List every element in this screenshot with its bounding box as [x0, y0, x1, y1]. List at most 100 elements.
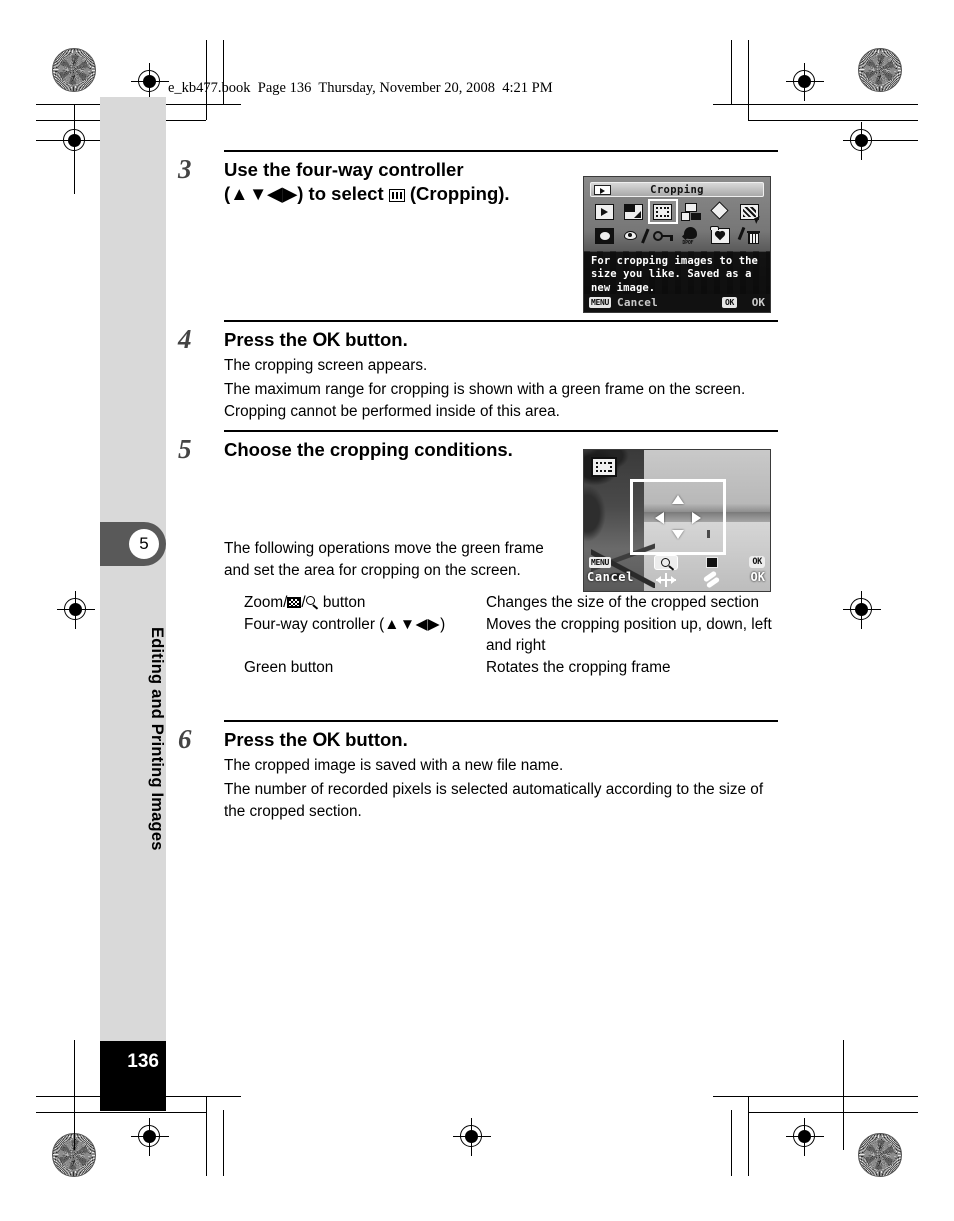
menu-item-resize[interactable] [620, 200, 648, 223]
ok-label: OK [751, 296, 765, 309]
crop-line [731, 1110, 732, 1176]
operation-row: Green button Rotates the cropping frame [244, 657, 778, 679]
menu-item-image-copy[interactable] [678, 200, 706, 223]
menu-bottom-bar: MENU Cancel OK OK [584, 294, 770, 312]
frame-composite-icon [595, 227, 615, 244]
menu-item-favorites[interactable] [706, 224, 734, 247]
menu-item-delete[interactable] [735, 224, 763, 247]
step-4-title-post: button. [345, 329, 408, 350]
cancel-label: Cancel [587, 570, 634, 584]
cropping-icon [591, 457, 617, 477]
operation-key: Green button [244, 659, 334, 676]
crop-line [713, 104, 918, 105]
crop-line [36, 1112, 206, 1113]
operation-value: Changes the size of the cropped section [486, 593, 759, 611]
menu-item-dpof[interactable]: DPOF [678, 224, 706, 247]
crop-line [848, 140, 918, 141]
crop-line [748, 40, 749, 120]
registration-target-right-middle [843, 591, 881, 629]
step-3-title-line3: (Cropping). [409, 183, 510, 205]
step-3-title-line2: ) to select [297, 183, 384, 205]
arrow-right-icon [692, 512, 701, 524]
step-number: 4 [178, 324, 192, 354]
arrow-up-icon [672, 495, 684, 504]
operation-key-pre: Four-way controller ( [244, 615, 385, 633]
image-copy-icon [680, 202, 702, 221]
step-4-paragraph-2: The maximum range for cropping is shown … [224, 380, 746, 420]
step-6: 6 Press the OK button. The cropped image… [178, 720, 778, 822]
four-way-arrows-icon [655, 495, 701, 539]
crop-line [206, 1096, 207, 1176]
menu-help-text: For cropping images to the size you like… [584, 252, 770, 294]
menu-item-slideshow[interactable] [591, 200, 619, 223]
camera-menu-screenshot: Cropping DPOF For cropping images to the… [583, 176, 771, 313]
operation-key: Zoom// button [244, 592, 486, 614]
menu-icon-grid: DPOF [591, 199, 763, 247]
step-6-paragraph-1: The cropped image is saved with a new fi… [224, 757, 564, 775]
menu-item-image-rotation[interactable] [706, 200, 734, 223]
registration-target-left-upper [56, 122, 94, 160]
menu-item-protect[interactable] [649, 224, 677, 247]
step-number: 3 [178, 154, 192, 184]
delete-icon [737, 226, 761, 244]
ok-button-badge[interactable]: OK [721, 297, 737, 308]
operation-row: Four-way controller (▲▼◀▶) Moves the cro… [244, 614, 778, 657]
operation-row: Zoom// button Changes the size of the cr… [244, 592, 778, 614]
step-5-paragraph: The following operations move the green … [224, 540, 544, 580]
crop-line [74, 1040, 75, 1150]
operation-key-post: button [318, 593, 366, 611]
menu-item-cropping[interactable] [647, 199, 678, 224]
menu-title: Cropping [650, 184, 704, 196]
step-6-title: Press the OK button. [224, 728, 778, 753]
ok-label: OK [750, 570, 765, 584]
step-4-title-pre: Press the [224, 329, 308, 350]
arrow-down-icon [672, 530, 684, 539]
zoom-wide-icon [287, 596, 302, 608]
crop-frame[interactable] [630, 479, 726, 555]
ok-button-glyph: OK [312, 730, 340, 751]
crop-line [843, 1040, 844, 1150]
menu-item-frame-composite[interactable] [591, 224, 619, 247]
crop-line [223, 1110, 224, 1176]
registration-starburst-top-left [52, 48, 96, 92]
four-way-arrows-icon: ▲▼◀▶ [384, 615, 441, 633]
step-6-paragraph-2: The number of recorded pixels is selecte… [224, 780, 764, 820]
ok-button-badge[interactable]: OK [749, 556, 765, 568]
resize-icon [624, 203, 644, 220]
crop-line [748, 120, 918, 121]
dpof-icon: DPOF [681, 226, 701, 246]
red-eye-compensation-icon [623, 228, 650, 244]
menu-item-digital-filter[interactable] [735, 200, 763, 224]
step-4-paragraph-1: The cropping screen appears. [224, 357, 428, 375]
registration-starburst-bottom-right [858, 1133, 902, 1177]
favorites-icon [710, 225, 730, 244]
menu-item-red-eye[interactable] [620, 224, 650, 247]
registration-target-top-left [131, 63, 169, 101]
operation-value: Rotates the cropping frame [486, 659, 671, 676]
crop-line [36, 140, 106, 141]
registration-target-right-upper [843, 122, 881, 160]
registration-target-bottom-left [131, 1118, 169, 1156]
digital-filter-icon [739, 203, 762, 224]
step-number: 5 [178, 434, 192, 464]
crop-bottom-bar: MENU Cancel OK OK [584, 555, 770, 591]
menu-button-badge[interactable]: MENU [589, 297, 612, 308]
arrow-left-icon [655, 512, 664, 524]
four-way-arrows-icon: ▲▼◀▶ [230, 183, 298, 205]
cropping-icon [388, 189, 405, 203]
step-4: 4 Press the OK button. The cropping scre… [178, 320, 778, 430]
menu-title-bar: Cropping [590, 182, 764, 197]
magnifier-icon[interactable] [654, 555, 678, 571]
step-6-title-post: button. [345, 729, 408, 750]
image-rotation-icon [711, 203, 730, 220]
menu-button-badge[interactable]: MENU [589, 557, 612, 568]
crop-line [74, 104, 75, 194]
step-6-title-pre: Press the [224, 729, 308, 750]
registration-target-bottom-center [453, 1118, 491, 1156]
resize-arrows-icon [656, 573, 676, 587]
slideshow-icon [595, 203, 615, 220]
protect-icon [652, 229, 673, 243]
chapter-title: Editing and Printing Images [148, 627, 166, 851]
green-button-icon[interactable] [706, 557, 718, 568]
operation-key-pre: Zoom/ [244, 593, 288, 611]
